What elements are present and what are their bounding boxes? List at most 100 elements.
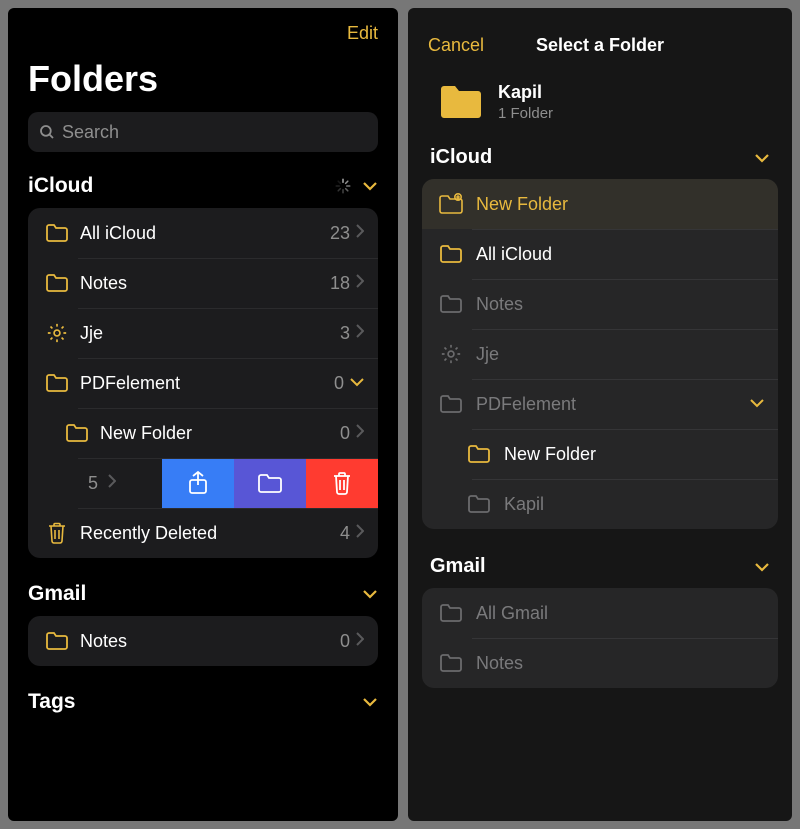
icloud-destination-list: New Folder All iCloud Notes Jje PDFeleme… (422, 179, 778, 529)
gmail-folder-list: Notes 0 (28, 616, 378, 666)
row-label: Jje (80, 323, 340, 344)
row-count: 0 (340, 631, 350, 652)
chevron-down-icon (750, 395, 764, 413)
chevron-right-icon (356, 274, 364, 293)
section-header-gmail[interactable]: Gmail (8, 582, 398, 616)
gmail-destination-list: All Gmail Notes (422, 588, 778, 688)
folder-row-notes[interactable]: Notes 18 (28, 258, 378, 308)
icloud-folder-list: All iCloud 23 Notes 18 Jje 3 PDFelement … (28, 208, 378, 558)
folder-icon (439, 603, 463, 623)
folder-row-pdfelement[interactable]: PDFelement 0 (28, 358, 378, 408)
folder-option-jje: Jje (422, 329, 778, 379)
row-label: Notes (476, 653, 764, 674)
share-icon (187, 470, 209, 496)
loading-spinner-icon (334, 177, 352, 195)
nav-bar: Edit (8, 8, 398, 58)
folder-icon (467, 494, 491, 514)
folder-icon (257, 472, 283, 494)
row-label: New Folder (100, 423, 340, 444)
folders-screen: Edit Folders Search iCloud (8, 8, 398, 821)
folder-icon (439, 653, 463, 673)
folder-icon (467, 444, 491, 464)
folder-icon (65, 423, 89, 443)
section-title: Tags (28, 690, 75, 714)
chevron-down-icon (754, 153, 770, 163)
row-label: PDFelement (80, 373, 334, 394)
folder-option-all-gmail: All Gmail (422, 588, 778, 638)
row-label: New Folder (476, 194, 764, 215)
trash-icon (47, 522, 67, 544)
folder-icon (439, 294, 463, 314)
swiped-folder-row[interactable]: 5 (28, 458, 378, 508)
folder-option-gmail-notes: Notes (422, 638, 778, 688)
row-label: Jje (476, 344, 764, 365)
folder-row-gmail-notes[interactable]: Notes 0 (28, 616, 378, 666)
chevron-right-icon (108, 474, 116, 493)
folder-option-notes: Notes (422, 279, 778, 329)
modal-nav-bar: Cancel Select a Folder (408, 16, 792, 74)
folder-row-jje[interactable]: Jje 3 (28, 308, 378, 358)
row-label: All iCloud (80, 223, 330, 244)
row-count: 3 (340, 323, 350, 344)
row-label: New Folder (504, 444, 764, 465)
row-label: PDFelement (476, 394, 750, 415)
chevron-right-icon (356, 224, 364, 243)
share-button[interactable] (162, 458, 234, 508)
chevron-right-icon (356, 632, 364, 651)
row-label: Notes (80, 273, 330, 294)
context-folder: Kapil 1 Folder (408, 74, 792, 142)
row-count: 0 (340, 423, 350, 444)
folder-option-pdfelement[interactable]: PDFelement (422, 379, 778, 429)
folder-row-new-folder[interactable]: New Folder 0 (28, 408, 378, 458)
folder-row-recently-deleted[interactable]: Recently Deleted 4 (28, 508, 378, 558)
new-folder-option[interactable]: New Folder (422, 179, 778, 229)
folder-icon (439, 244, 463, 264)
chevron-down-icon (362, 589, 378, 599)
search-input[interactable]: Search (28, 112, 378, 152)
folder-option-new-folder[interactable]: New Folder (422, 429, 778, 479)
swipe-actions (162, 458, 378, 508)
row-count: 0 (334, 373, 344, 394)
chevron-down-icon (350, 374, 364, 392)
gear-icon (46, 322, 68, 344)
folder-option-all-icloud[interactable]: All iCloud (422, 229, 778, 279)
row-label: Notes (476, 294, 764, 315)
row-count: 5 (88, 473, 98, 494)
move-button[interactable] (234, 458, 306, 508)
row-label: All Gmail (476, 603, 764, 624)
gear-icon (440, 343, 462, 365)
chevron-right-icon (356, 524, 364, 543)
section-title: Gmail (28, 582, 86, 606)
chevron-down-icon (754, 562, 770, 572)
row-label: Notes (80, 631, 340, 652)
section-title: iCloud (28, 174, 93, 198)
folder-icon (45, 631, 69, 651)
row-count: 4 (340, 523, 350, 544)
chevron-right-icon (356, 324, 364, 343)
edit-button[interactable]: Edit (347, 23, 378, 44)
chevron-down-icon (362, 697, 378, 707)
row-label: Kapil (504, 494, 764, 515)
search-icon (38, 123, 56, 141)
section-header-gmail[interactable]: Gmail (408, 551, 792, 588)
select-folder-screen: Cancel Select a Folder Kapil 1 Folder iC… (408, 8, 792, 821)
context-subtitle: 1 Folder (498, 105, 553, 122)
folder-option-kapil: Kapil (422, 479, 778, 529)
folder-icon (45, 373, 69, 393)
chevron-down-icon (362, 181, 378, 191)
chevron-right-icon (356, 424, 364, 443)
page-title: Folders (8, 58, 398, 112)
section-header-icloud[interactable]: iCloud (8, 174, 398, 208)
folder-icon (45, 273, 69, 293)
section-header-tags[interactable]: Tags (8, 690, 398, 724)
row-label: Recently Deleted (80, 523, 340, 544)
folder-row-all-icloud[interactable]: All iCloud 23 (28, 208, 378, 258)
folder-icon (438, 83, 484, 121)
cancel-button[interactable]: Cancel (428, 35, 484, 56)
row-label: All iCloud (476, 244, 764, 265)
delete-button[interactable] (306, 458, 378, 508)
trash-icon (331, 471, 353, 495)
new-folder-icon (438, 193, 464, 215)
section-header-icloud[interactable]: iCloud (408, 142, 792, 179)
row-count: 18 (330, 273, 350, 294)
